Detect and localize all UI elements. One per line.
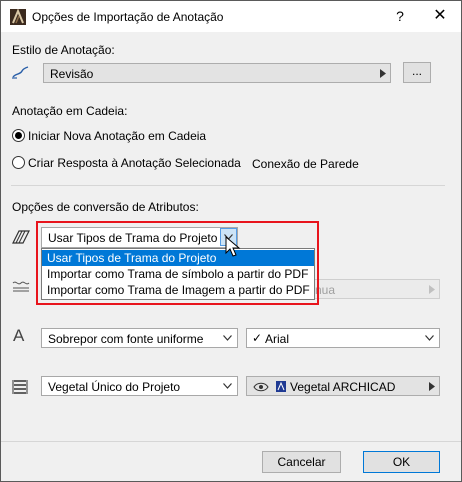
callout-highlight-box bbox=[36, 221, 319, 305]
dialog-title: Opções de Importação de Anotação bbox=[32, 10, 224, 24]
wall-connection-label: Conexão de Parede bbox=[252, 157, 359, 171]
radio-start-new-chain-label: Iniciar Nova Anotação em Cadeia bbox=[28, 129, 207, 143]
annotation-style-value: Revisão bbox=[50, 67, 94, 81]
font-mode-value: Sobrepor com fonte uniforme bbox=[48, 332, 204, 346]
import-annotation-options-dialog: Opções de Importação de Anotação ? ✕ Est… bbox=[0, 0, 462, 482]
chevron-right-icon bbox=[429, 382, 435, 391]
material-source-value: Vegetal Único do Projeto bbox=[48, 380, 181, 394]
cancel-button[interactable]: Cancelar bbox=[262, 451, 341, 473]
title-bar: Opções de Importação de Anotação ? ✕ bbox=[1, 1, 461, 32]
help-icon[interactable]: ? bbox=[389, 5, 411, 27]
chevron-right-icon bbox=[429, 285, 435, 294]
font-family-value: Arial bbox=[265, 332, 290, 346]
annotation-style-label: Estilo de Anotação: bbox=[12, 43, 115, 57]
radio-create-reply[interactable] bbox=[12, 156, 25, 169]
chevron-right-icon bbox=[380, 69, 386, 78]
annotation-pen-icon bbox=[12, 66, 29, 79]
chevron-down-icon bbox=[223, 383, 232, 389]
archicad-app-icon bbox=[10, 9, 26, 25]
material-layer-selector[interactable]: Vegetal ARCHICAD bbox=[246, 376, 440, 396]
chevron-down-icon bbox=[425, 335, 434, 341]
visibility-eye-icon bbox=[253, 382, 269, 392]
material-layer-value: Vegetal ARCHICAD bbox=[290, 380, 396, 394]
check-icon: ✓ bbox=[252, 331, 263, 345]
attribute-conversion-label: Opções de conversão de Atributos: bbox=[12, 200, 199, 214]
mouse-cursor-icon bbox=[225, 236, 241, 257]
ok-button[interactable]: OK bbox=[363, 451, 440, 473]
browse-button[interactable]: ... bbox=[403, 62, 431, 83]
layer-color-icon bbox=[276, 381, 286, 392]
font-icon: A bbox=[13, 326, 25, 345]
radio-start-new-chain[interactable] bbox=[12, 129, 25, 142]
radio-create-reply-label: Criar Resposta à Anotação Selecionada bbox=[28, 156, 241, 170]
fill-hatch-icon bbox=[12, 230, 30, 244]
footer-divider bbox=[1, 441, 461, 442]
close-icon[interactable]: ✕ bbox=[429, 5, 451, 27]
section-divider bbox=[11, 185, 445, 186]
chevron-down-icon bbox=[223, 335, 232, 341]
chain-label: Anotação em Cadeia: bbox=[12, 104, 128, 118]
material-source-select[interactable]: Vegetal Único do Projeto bbox=[41, 376, 238, 396]
layers-icon bbox=[12, 380, 28, 394]
font-mode-select[interactable]: Sobrepor com fonte uniforme bbox=[41, 328, 238, 348]
font-family-select[interactable]: ✓ Arial bbox=[246, 328, 440, 348]
line-type-icon bbox=[12, 281, 30, 292]
annotation-style-selector[interactable]: Revisão bbox=[43, 63, 391, 83]
